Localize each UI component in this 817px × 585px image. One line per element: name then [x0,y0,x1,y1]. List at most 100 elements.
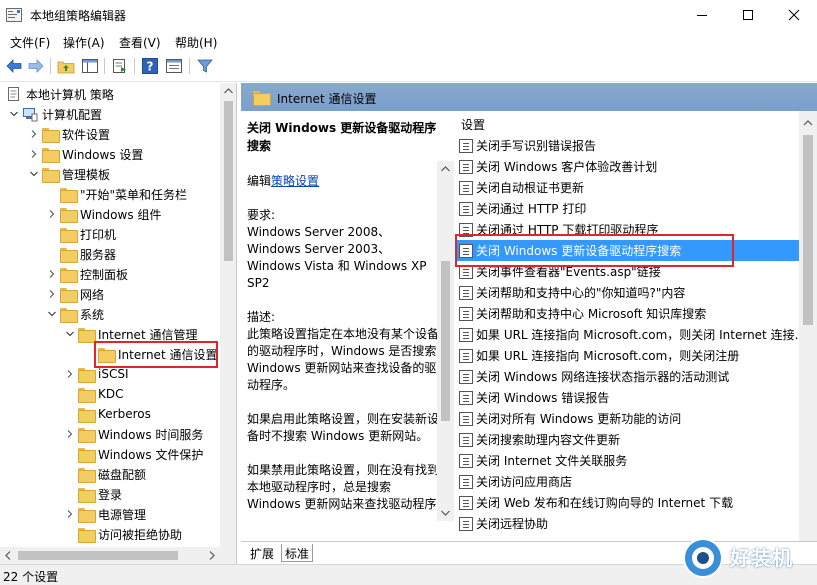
list-item-label: 关闭 Web 发布和在线订购向导的 Internet 下载 [476,496,734,510]
tree-node-kerberos[interactable]: Kerberos [78,404,151,424]
list-item-label: 关闭通过 HTTP 打印 [476,202,587,216]
export-list-icon[interactable] [111,57,129,75]
chevron-right-icon[interactable] [28,128,40,140]
chevron-right-icon[interactable] [28,148,40,160]
list-item[interactable]: 关闭手写识别错误报告 [455,135,799,156]
chevron-down-icon[interactable] [28,168,40,180]
menu-action[interactable]: 操作(A) [63,34,105,51]
list-item-label: 如果 URL 连接指向 Microsoft.com，则关闭注册 [476,349,740,363]
tree-node-local-computer-policy[interactable]: 本地计算机 策略 [6,84,114,104]
navigation-tree: 本地计算机 策略 计算机配置 软件设置 Windows 设置 管理模板 "开始"… [0,83,237,564]
filter-icon[interactable] [196,57,214,75]
tree-node-iscsi[interactable]: iSCSI [64,364,129,384]
tree-node-network[interactable]: 网络 [46,284,104,304]
chevron-right-icon[interactable] [46,288,58,300]
list-item[interactable]: 关闭帮助和支持中心的"你知道吗?"内容 [455,282,799,303]
tree-node-kdc[interactable]: KDC [78,384,124,404]
list-item[interactable]: 关闭对所有 Windows 更新功能的访问 [455,408,799,429]
menu-file[interactable]: 文件(F) [10,34,50,51]
menu-help[interactable]: 帮助(H) [175,34,217,51]
show-hide-tree-icon[interactable] [81,57,99,75]
scroll-up-arrow-icon[interactable] [220,83,237,99]
list-item[interactable]: 关闭自动根证书更新 [455,177,799,198]
tree-node-control-panel[interactable]: 控制面板 [46,264,128,284]
chevron-down-icon[interactable] [64,328,76,340]
maximize-button[interactable] [725,0,771,30]
tree-node-windows-file-protection[interactable]: Windows 文件保护 [78,444,203,464]
scroll-up-arrow-icon[interactable] [799,114,817,132]
scroll-up-arrow-icon[interactable] [437,161,454,177]
list-item[interactable]: 关闭 Web 发布和在线订购向导的 Internet 下载 [455,492,799,513]
tab-standard[interactable]: 标准 [281,544,314,562]
policy-settings-link[interactable]: 策略设置 [271,174,319,188]
chevron-right-icon[interactable] [64,508,76,520]
computer-config-icon [23,108,38,122]
up-folder-icon[interactable] [57,57,75,75]
list-item[interactable]: 如果 URL 连接指向 Microsoft.com，则关闭注册 [455,345,799,366]
tree-node-system[interactable]: 系统 [46,304,104,324]
chevron-right-icon[interactable] [64,368,76,380]
list-item[interactable]: 关闭 Windows 客户体验改善计划 [455,156,799,177]
column-header-setting[interactable]: 设置 [455,111,799,135]
tree-node-admin-templates[interactable]: 管理模板 [28,164,110,184]
tree-node-start-menu[interactable]: "开始"菜单和任务栏 [60,184,187,204]
enabled-text: 如果启用此策略设置，则在安装新设备时不搜索 Windows 更新网站。 [247,412,440,443]
scroll-down-arrow-icon[interactable] [437,505,454,521]
list-item-label: 关闭 Internet 文件关联服务 [476,454,628,468]
tree-node-windows-settings[interactable]: Windows 设置 [28,144,143,164]
tree-node-label: 本地计算机 策略 [26,87,114,102]
minimize-button[interactable] [679,0,725,30]
tree-node-disk-quota[interactable]: 磁盘配额 [78,464,146,484]
list-item[interactable]: 如果 URL 连接指向 Microsoft.com，则关闭 Internet 连… [455,324,799,345]
close-button[interactable] [771,0,817,30]
tree-node-windows-components[interactable]: Windows 组件 [46,204,161,224]
list-item[interactable]: 关闭搜索助理内容文件更新 [455,429,799,450]
chevron-right-icon[interactable] [46,208,58,220]
help-icon[interactable]: ? [141,57,159,75]
description-scroll-thumb[interactable] [441,261,450,421]
policy-computer-icon [8,87,19,101]
tree-node-label: "开始"菜单和任务栏 [80,187,188,202]
tree-node-windows-time[interactable]: Windows 时间服务 [64,424,203,444]
settings-list-scrollbar[interactable] [799,111,817,541]
tree-node-logon[interactable]: 登录 [78,484,122,504]
chevron-down-icon[interactable] [8,108,20,120]
tree-node-servers[interactable]: 服务器 [60,244,116,264]
folder-icon [78,327,96,343]
list-item[interactable]: 关闭远程协助 [455,513,799,534]
tree-node-label: 软件设置 [62,127,111,142]
folder-icon [60,227,78,243]
list-item[interactable]: 关闭通过 HTTP 打印 [455,198,799,219]
settings-list-scroll-thumb[interactable] [803,135,813,325]
list-item[interactable]: 关闭 Windows 网络连接状态指示器的活动测试 [455,366,799,387]
forward-arrow-icon[interactable] [27,57,45,75]
tree-node-power-management[interactable]: 电源管理 [64,504,146,524]
tree-vertical-scrollbar[interactable] [220,83,237,547]
menu-view[interactable]: 查看(V) [119,34,161,51]
list-item-label: 关闭对所有 Windows 更新功能的访问 [476,412,682,426]
chevron-right-icon[interactable] [64,428,76,440]
folder-icon [78,487,96,503]
tree-node-software-settings[interactable]: 软件设置 [28,124,110,144]
list-item[interactable]: 关闭帮助和支持中心 Microsoft 知识库搜索 [455,303,799,324]
list-item[interactable]: 关闭 Windows 错误报告 [455,387,799,408]
tree-horizontal-scrollbar[interactable] [0,547,236,564]
chevron-down-icon[interactable] [46,308,58,320]
properties-icon[interactable] [165,57,183,75]
tree-vertical-scroll-thumb[interactable] [224,101,233,261]
tree-node-computer-config[interactable]: 计算机配置 [8,104,102,124]
tree-horizontal-scroll-thumb[interactable] [18,551,178,560]
chevron-right-icon[interactable] [46,268,58,280]
list-item[interactable]: 关闭 Internet 文件关联服务 [455,450,799,471]
list-item[interactable]: 关闭访问应用商店 [455,471,799,492]
scroll-left-arrow-icon[interactable] [0,547,16,564]
tree-node-printers[interactable]: 打印机 [60,224,116,244]
policy-setting-icon [459,432,473,447]
tree-node-label: Kerberos [98,407,151,421]
tab-extended[interactable]: 扩展 [247,544,277,562]
tree-node-access-denied-assist[interactable]: 访问被拒绝协助 [78,524,182,544]
description-scrollbar[interactable] [437,161,454,521]
back-arrow-icon[interactable] [5,57,23,75]
folder-icon [60,267,78,283]
scroll-right-arrow-icon[interactable] [204,547,220,564]
